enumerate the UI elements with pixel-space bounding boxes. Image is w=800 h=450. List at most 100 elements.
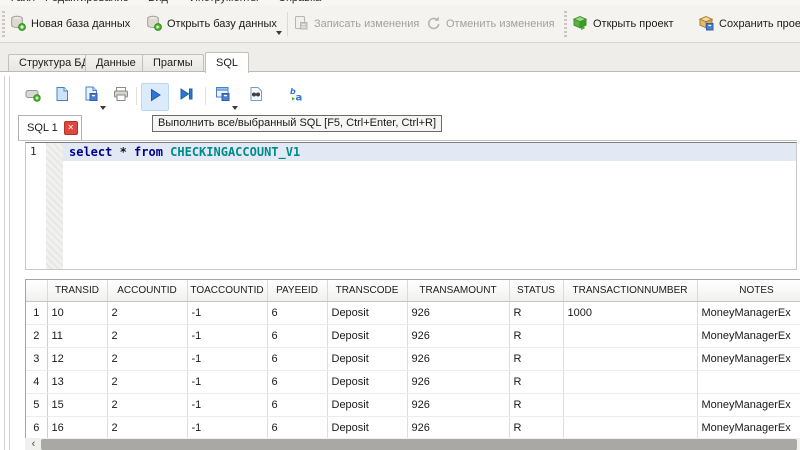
save-sql-dropdown-caret[interactable]: [100, 106, 106, 110]
table-cell[interactable]: R: [509, 417, 563, 440]
open-sql-file-button[interactable]: [49, 83, 75, 109]
table-cell[interactable]: Deposit: [327, 417, 407, 440]
horizontal-scrollbar[interactable]: ‹: [25, 438, 800, 450]
print-button[interactable]: [108, 83, 134, 109]
table-cell[interactable]: 926: [407, 394, 509, 417]
table-cell[interactable]: 16: [47, 417, 107, 440]
table-cell[interactable]: [563, 325, 697, 348]
find-button[interactable]: [243, 83, 269, 109]
table-cell[interactable]: R: [509, 371, 563, 394]
menu-help[interactable]: Справка: [278, 0, 321, 4]
scrollbar-thumb[interactable]: [41, 439, 797, 450]
table-cell[interactable]: -1: [187, 394, 267, 417]
table-cell[interactable]: [563, 417, 697, 440]
tab-pragmas[interactable]: Прагмы: [142, 54, 204, 72]
table-cell[interactable]: R: [509, 302, 563, 325]
new-sql-tab-button[interactable]: [20, 83, 46, 109]
column-header[interactable]: TRANSAMOUNT: [407, 280, 509, 302]
table-cell[interactable]: 2: [107, 302, 187, 325]
open-database-dropdown-caret[interactable]: [276, 31, 282, 35]
table-cell[interactable]: 926: [407, 325, 509, 348]
table-cell[interactable]: 6: [267, 417, 327, 440]
column-header[interactable]: NOTES: [697, 280, 800, 302]
table-cell[interactable]: 6: [267, 371, 327, 394]
table-cell[interactable]: -1: [187, 371, 267, 394]
revert-changes-button[interactable]: Отменить изменения: [425, 6, 555, 42]
column-header[interactable]: PAYEEID: [267, 280, 327, 302]
execute-sql-button[interactable]: [141, 83, 169, 111]
column-header[interactable]: TRANSID: [47, 280, 107, 302]
tab-sql[interactable]: SQL: [205, 52, 249, 73]
table-row[interactable]: 1102-16Deposit926R1000MoneyManagerEx: [26, 302, 800, 325]
table-cell[interactable]: -1: [187, 325, 267, 348]
table-row[interactable]: 3122-16Deposit926RMoneyManagerEx: [26, 348, 800, 371]
table-cell[interactable]: 2: [107, 417, 187, 440]
table-cell[interactable]: 926: [407, 371, 509, 394]
table-row[interactable]: 4132-16Deposit926R: [26, 371, 800, 394]
table-cell[interactable]: Deposit: [327, 325, 407, 348]
table-cell[interactable]: 926: [407, 417, 509, 440]
table-cell[interactable]: [563, 371, 697, 394]
toolbar-grip-2[interactable]: [564, 11, 567, 37]
table-cell[interactable]: MoneyManagerEx: [697, 302, 800, 325]
table-cell[interactable]: 2: [107, 394, 187, 417]
toolbar-grip[interactable]: [2, 11, 5, 37]
table-cell[interactable]: Deposit: [327, 394, 407, 417]
column-header[interactable]: ACCOUNTID: [107, 280, 187, 302]
table-cell[interactable]: -1: [187, 302, 267, 325]
table-cell[interactable]: 926: [407, 302, 509, 325]
table-cell[interactable]: 6: [267, 325, 327, 348]
table-cell[interactable]: Deposit: [327, 371, 407, 394]
menu-file[interactable]: Файл: [8, 0, 35, 4]
table-cell[interactable]: -1: [187, 348, 267, 371]
column-header[interactable]: TRANSACTIONNUMBER: [563, 280, 697, 302]
table-row[interactable]: 2112-16Deposit926RMoneyManagerEx: [26, 325, 800, 348]
sql-editor-tab[interactable]: SQL 1 ✕: [18, 115, 82, 140]
open-database-button[interactable]: Открыть базу данных: [146, 6, 277, 42]
table-cell[interactable]: MoneyManagerEx: [697, 325, 800, 348]
table-cell[interactable]: 10: [47, 302, 107, 325]
menu-tools[interactable]: Инструменты: [190, 0, 259, 4]
menu-edit[interactable]: Редактирование: [45, 0, 129, 4]
table-row[interactable]: 6162-16Deposit926RMoneyManagerEx: [26, 417, 800, 440]
table-cell[interactable]: 2: [107, 325, 187, 348]
table-cell[interactable]: 926: [407, 348, 509, 371]
table-cell[interactable]: MoneyManagerEx: [697, 348, 800, 371]
table-cell[interactable]: 2: [107, 348, 187, 371]
write-changes-button[interactable]: Записать изменения: [293, 6, 419, 42]
scroll-left-arrow-icon[interactable]: ‹: [27, 438, 40, 450]
table-cell[interactable]: R: [509, 348, 563, 371]
table-cell[interactable]: 12: [47, 348, 107, 371]
table-cell[interactable]: 11: [47, 325, 107, 348]
table-cell[interactable]: 6: [267, 302, 327, 325]
column-header[interactable]: TRANSCODE: [327, 280, 407, 302]
column-header[interactable]: TOACCOUNTID: [187, 280, 267, 302]
table-cell[interactable]: MoneyManagerEx: [697, 417, 800, 440]
table-cell[interactable]: 13: [47, 371, 107, 394]
new-database-button[interactable]: Новая база данных: [10, 6, 130, 42]
table-cell[interactable]: Deposit: [327, 302, 407, 325]
menu-view[interactable]: Вид: [148, 0, 168, 4]
save-results-dropdown-caret[interactable]: [232, 106, 238, 110]
table-cell[interactable]: 15: [47, 394, 107, 417]
open-project-button[interactable]: Открыть проект: [572, 6, 674, 42]
dock-splitter-line[interactable]: [9, 76, 10, 450]
table-cell[interactable]: [697, 371, 800, 394]
table-cell[interactable]: R: [509, 394, 563, 417]
table-cell[interactable]: Deposit: [327, 348, 407, 371]
save-project-button[interactable]: Сохранить проект: [698, 6, 800, 42]
table-cell[interactable]: MoneyManagerEx: [697, 394, 800, 417]
table-cell[interactable]: 6: [267, 394, 327, 417]
close-tab-icon[interactable]: ✕: [64, 121, 78, 135]
sql-editor[interactable]: 1 select * from CHECKINGACCOUNT_V1: [25, 142, 797, 270]
dock-splitter-line[interactable]: [4, 76, 5, 450]
tab-data[interactable]: Данные: [85, 54, 147, 72]
table-cell[interactable]: R: [509, 325, 563, 348]
table-row[interactable]: 5152-16Deposit926RMoneyManagerEx: [26, 394, 800, 417]
table-corner-cell[interactable]: [26, 280, 47, 302]
execute-line-button[interactable]: [173, 83, 199, 109]
table-cell[interactable]: 6: [267, 348, 327, 371]
table-cell[interactable]: -1: [187, 417, 267, 440]
column-header[interactable]: STATUS: [509, 280, 563, 302]
table-cell[interactable]: [563, 348, 697, 371]
